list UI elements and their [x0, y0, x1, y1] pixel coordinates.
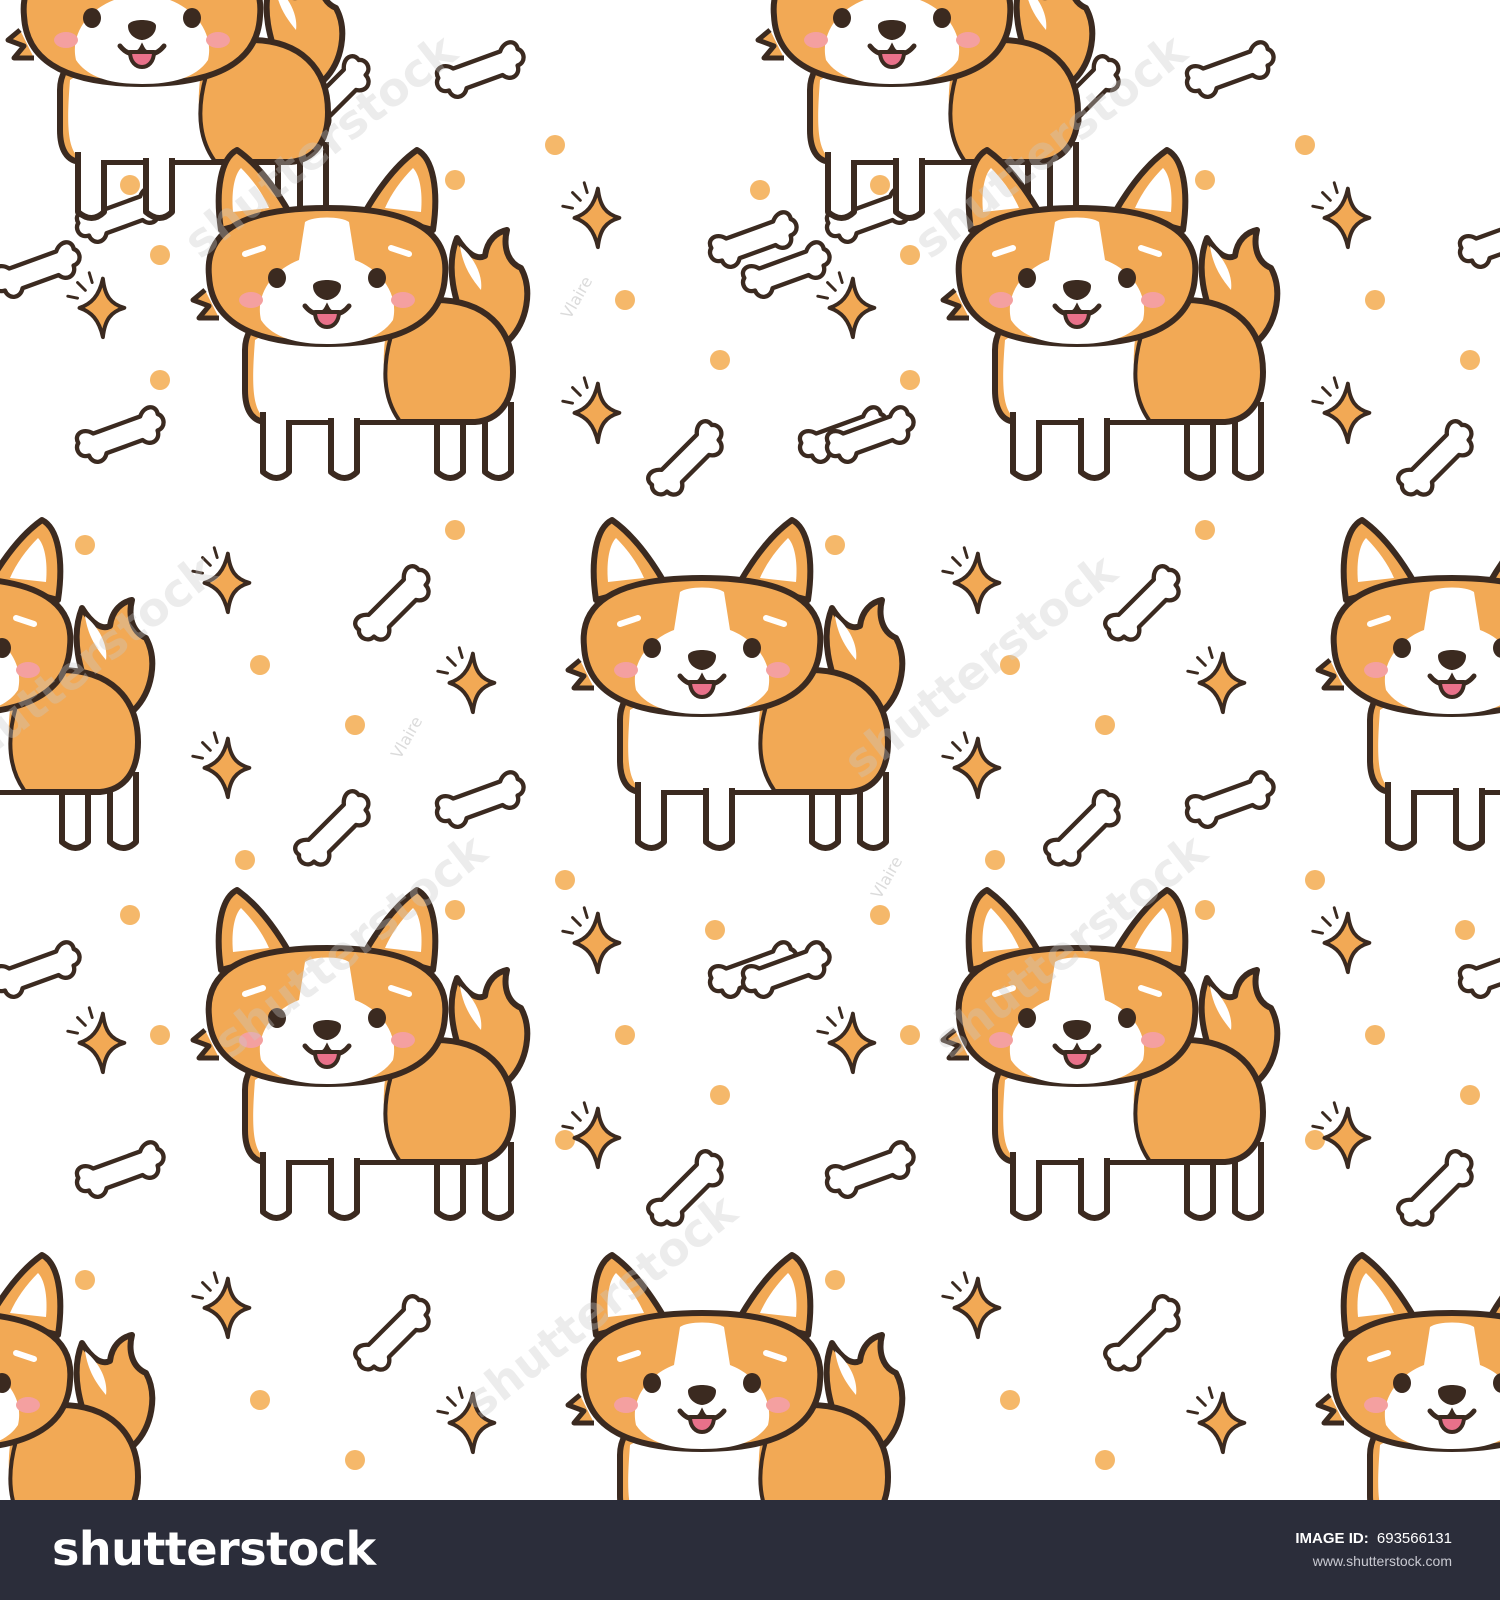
sparkle-icon [1185, 645, 1247, 715]
bone-icon [432, 769, 529, 832]
pattern-dot [825, 1270, 845, 1290]
pattern-dot [545, 135, 565, 155]
pattern-dot [615, 290, 635, 310]
corgi-illustration [0, 1255, 152, 1500]
corgi-illustration [1318, 1255, 1500, 1500]
pattern-dot [150, 245, 170, 265]
bone-icon [822, 1139, 919, 1202]
image-id-value: 693566131 [1376, 1530, 1452, 1547]
pattern-dot [900, 245, 920, 265]
pattern-dot [120, 175, 140, 195]
pattern-dot [1095, 715, 1115, 735]
sparkle-icon [1310, 905, 1372, 975]
pattern-dot [445, 170, 465, 190]
pattern-dot [870, 905, 890, 925]
bone-icon [1182, 39, 1279, 102]
bone-icon [643, 416, 731, 504]
bone-icon [1100, 1291, 1188, 1379]
pattern-dot [1195, 520, 1215, 540]
sparkle-icon [560, 180, 622, 250]
pattern-dot [710, 1085, 730, 1105]
pattern-dot [555, 1130, 575, 1150]
pattern-dot [1365, 1025, 1385, 1045]
bone-icon [72, 404, 169, 467]
bone-icon [1040, 786, 1128, 874]
bone-icon [1182, 769, 1279, 832]
pattern-dot [1305, 870, 1325, 890]
image-info: IMAGE ID: 693566131 www.shutterstock.com [1295, 1530, 1452, 1569]
sparkle-icon [435, 645, 497, 715]
pattern-dot [1460, 1085, 1480, 1105]
image-id-label: IMAGE ID: [1295, 1530, 1369, 1547]
corgi-pattern: shutterstock shutterstock shutterstock shut… [0, 0, 1500, 1500]
bone-icon [1393, 416, 1481, 504]
pattern-dot [1455, 920, 1475, 940]
pattern-dot [985, 850, 1005, 870]
pattern-dot [445, 520, 465, 540]
corgi-illustration [568, 520, 902, 848]
corgi-pattern-graphic: shutterstockshutterstockshutterstockshut… [0, 0, 1500, 1500]
bone-icon [350, 1291, 438, 1379]
pattern-dot [825, 535, 845, 555]
sparkle-icon [65, 270, 127, 340]
pattern-dot [555, 870, 575, 890]
pattern-dot [345, 1450, 365, 1470]
bone-icon [1455, 939, 1500, 1002]
bone-icon [72, 1139, 169, 1202]
sparkle-icon [940, 545, 1002, 615]
sparkle-icon [560, 905, 622, 975]
pattern-dot [900, 370, 920, 390]
pattern-dot [1195, 170, 1215, 190]
watermark-artist: Vlaire [557, 273, 596, 322]
bone-icon [290, 786, 378, 874]
sparkle-icon [815, 270, 877, 340]
pattern-dot [250, 655, 270, 675]
watermark-artist: Vlaire [867, 853, 906, 902]
shutterstock-logo: shutterstock [52, 1522, 376, 1576]
sparkle-icon [1185, 1385, 1247, 1455]
pattern-dot [150, 370, 170, 390]
pattern-dot [615, 1025, 635, 1045]
footer-bar: shutterstock IMAGE ID: 693566131 www.shu… [0, 1500, 1500, 1600]
pattern-dot [1305, 1130, 1325, 1150]
pattern-dot [1095, 1450, 1115, 1470]
pattern-dot [710, 350, 730, 370]
sparkle-icon [190, 1270, 252, 1340]
bone-icon [350, 561, 438, 649]
pattern-dot [750, 180, 770, 200]
bone-icon [0, 239, 85, 302]
pattern-dot [345, 715, 365, 735]
sparkle-icon [815, 1005, 877, 1075]
stock-image: shutterstock shutterstock shutterstock shut… [0, 0, 1500, 1600]
pattern-dot [1460, 350, 1480, 370]
watermark-artist: Vlaire [387, 713, 426, 762]
pattern-dot [1295, 135, 1315, 155]
footer-url: www.shutterstock.com [1312, 1553, 1452, 1569]
sparkle-icon [1310, 375, 1372, 445]
sparkle-icon [940, 1270, 1002, 1340]
sparkle-icon [1310, 180, 1372, 250]
pattern-dot [1195, 900, 1215, 920]
pattern-dot [1000, 1390, 1020, 1410]
sparkle-icon [65, 1005, 127, 1075]
image-id: IMAGE ID: 693566131 [1295, 1530, 1452, 1547]
pattern-dot [75, 1270, 95, 1290]
pattern-dot [870, 175, 890, 195]
pattern-dot [250, 1390, 270, 1410]
pattern-dot [235, 850, 255, 870]
pattern-dot [150, 1025, 170, 1045]
bone-icon [0, 939, 85, 1002]
pattern-dot [75, 535, 95, 555]
pattern-dot [900, 1025, 920, 1045]
sparkle-icon [940, 730, 1002, 800]
pattern-dot [705, 920, 725, 940]
pattern-dot [120, 905, 140, 925]
bone-icon [1455, 209, 1500, 272]
bone-icon [1393, 1146, 1481, 1234]
sparkle-icon [560, 375, 622, 445]
corgi-illustration [1318, 520, 1500, 848]
pattern-dot [1365, 290, 1385, 310]
sparkle-icon [190, 730, 252, 800]
